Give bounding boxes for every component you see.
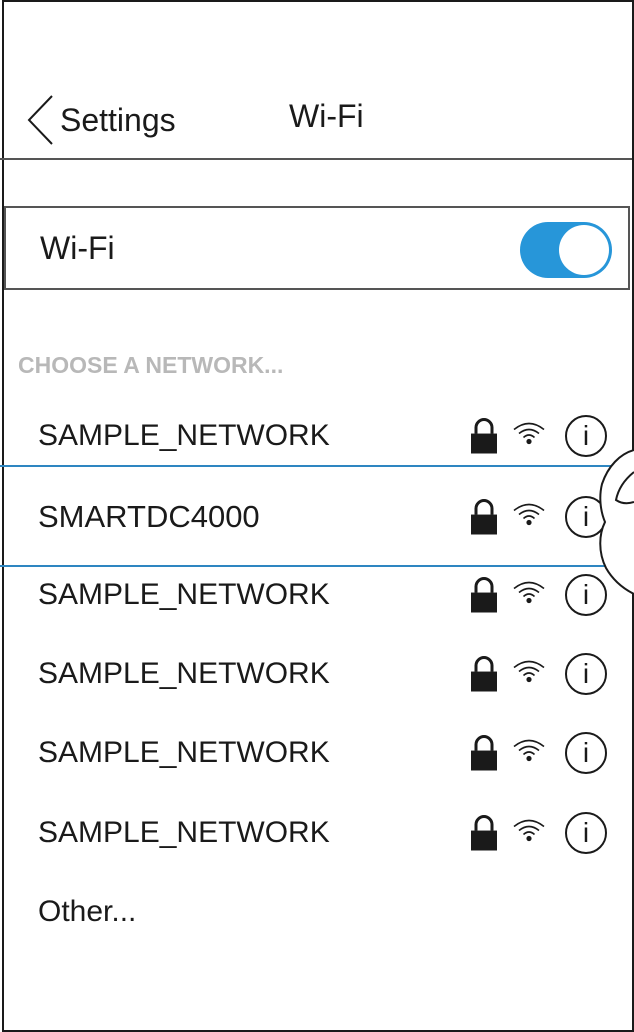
network-row[interactable]: SAMPLE_NETWORK i (0, 396, 634, 476)
network-name: SAMPLE_NETWORK (38, 816, 330, 849)
section-header: CHOOSE A NETWORK... (18, 352, 284, 378)
network-name: SAMPLE_NETWORK (38, 657, 330, 690)
lock-icon (470, 418, 498, 459)
wifi-signal-icon (512, 659, 546, 690)
info-icon[interactable]: i (565, 732, 607, 774)
lock-icon (470, 735, 498, 776)
selection-top-line (0, 465, 612, 467)
info-icon[interactable]: i (565, 653, 607, 695)
network-row[interactable]: SAMPLE_NETWORK i (0, 634, 634, 714)
other-network-label: Other... (38, 895, 137, 928)
toggle-knob (559, 225, 609, 275)
wifi-toggle-row: Wi-Fi (4, 206, 630, 290)
other-network-row[interactable]: Other... (0, 872, 634, 952)
page-title: Wi-Fi (289, 98, 364, 134)
network-row-selected[interactable]: SMARTDC4000 i (0, 477, 634, 557)
lock-icon (470, 656, 498, 697)
network-name: SAMPLE_NETWORK (38, 736, 330, 769)
network-row[interactable]: SAMPLE_NETWORK i (0, 793, 634, 873)
wifi-signal-icon (512, 738, 546, 769)
info-icon[interactable]: i (565, 812, 607, 854)
lock-icon (470, 499, 498, 540)
network-name: SAMPLE_NETWORK (38, 419, 330, 452)
wifi-signal-icon (512, 502, 546, 533)
pointing-hand-icon (590, 444, 634, 599)
lock-icon (470, 815, 498, 856)
wifi-signal-icon (512, 580, 546, 611)
navigation-bar: Settings Wi-Fi (0, 0, 632, 160)
wifi-toggle-label: Wi-Fi (40, 230, 115, 266)
network-row[interactable]: SAMPLE_NETWORK i (0, 555, 634, 635)
back-label: Settings (60, 101, 176, 138)
wifi-toggle-switch[interactable] (520, 222, 612, 278)
network-name: SAMPLE_NETWORK (38, 578, 330, 611)
lock-icon (470, 577, 498, 618)
back-button[interactable]: Settings (26, 92, 176, 148)
network-row[interactable]: SAMPLE_NETWORK i (0, 713, 634, 793)
chevron-left-icon (26, 94, 54, 146)
wifi-signal-icon (512, 818, 546, 849)
wifi-signal-icon (512, 421, 546, 452)
network-name: SMARTDC4000 (38, 499, 260, 534)
